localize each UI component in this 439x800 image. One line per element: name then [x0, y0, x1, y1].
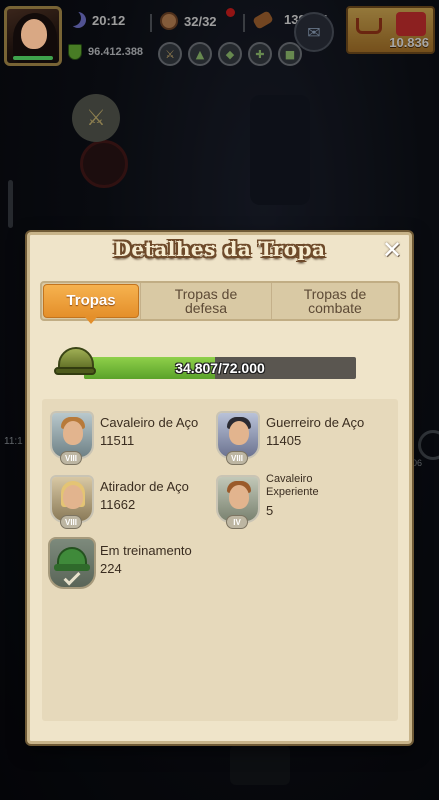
avatar-face — [21, 19, 47, 49]
capacity-text: 34.807/72.000 — [175, 360, 265, 376]
close-icon[interactable]: ✕ — [381, 236, 403, 264]
troop-name: Cavaleiro Experiente — [266, 473, 319, 498]
modal-title: Detalhes da Tropa — [113, 237, 326, 261]
troop-count: 5 — [266, 503, 274, 518]
troop-capacity-bar: 34.807/72.000 — [54, 345, 356, 385]
troop-name: Guerreiro de Aço — [266, 415, 365, 430]
rank-badge: VIII — [60, 451, 82, 465]
rank-badge: VIII — [226, 451, 248, 465]
avatar-stamina-bar — [13, 56, 53, 60]
troop-item-cavaleiro-de-aco[interactable]: VIII Cavaleiro de Aço 11511 — [46, 409, 216, 469]
troop-item-guerreiro-de-aco[interactable]: VIII Guerreiro de Aço 11405 — [212, 409, 382, 469]
troop-count: 11511 — [100, 433, 135, 448]
troop-count: 11662 — [100, 497, 136, 512]
modal-header: Detalhes da Tropa ✕ — [30, 235, 409, 265]
troop-details-modal: Detalhes da Tropa ✕ Tropas Tropas de def… — [27, 232, 412, 744]
troop-name: Atirador de Aço — [100, 479, 189, 494]
rank-badge: VIII — [60, 515, 82, 529]
troop-list: VIII Cavaleiro de Aço 11511 VIII Guerrei… — [42, 399, 398, 721]
troop-count: 11405 — [266, 433, 302, 448]
tab-bar: Tropas Tropas de defesa Tropas de combat… — [40, 281, 400, 324]
troop-count: 224 — [100, 561, 122, 576]
tab-tropas[interactable]: Tropas — [43, 284, 139, 324]
troop-name: Em treinamento — [100, 543, 192, 558]
tab-tropas-de-combate[interactable]: Tropas de combate — [271, 283, 398, 319]
training-helmet-icon — [48, 537, 96, 589]
troop-item-atirador-de-aco[interactable]: VIII Atirador de Aço 11662 — [46, 473, 216, 533]
troop-item-em-treinamento[interactable]: Em treinamento 224 — [46, 537, 216, 597]
troop-name: Cavaleiro de Aço — [100, 415, 199, 430]
rank-badge: IV — [226, 515, 248, 529]
tab-tropas-de-defesa[interactable]: Tropas de defesa — [140, 283, 271, 319]
troop-item-cavaleiro-experiente[interactable]: IV Cavaleiro Experiente 5 — [212, 473, 382, 533]
helmet-icon — [54, 347, 96, 381]
